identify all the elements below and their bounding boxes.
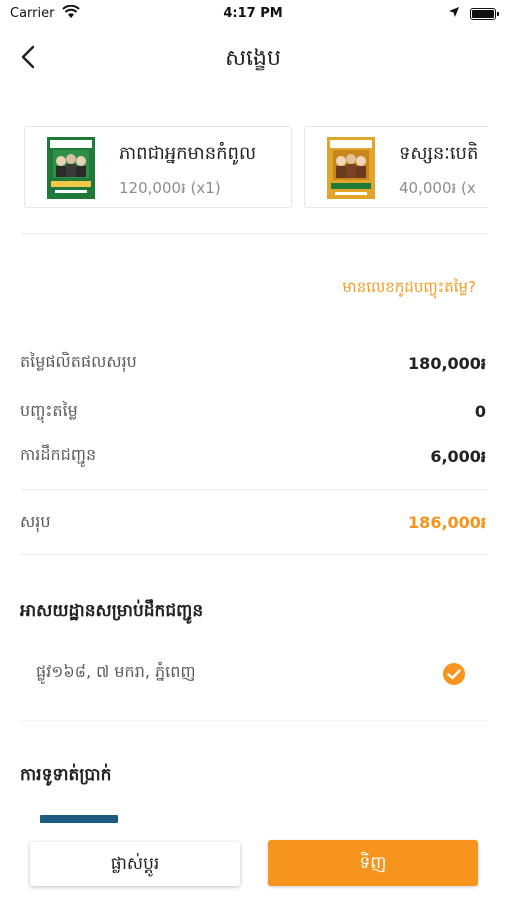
shipping-address-heading: អាសយដ្ឋានសម្រាប់ដឹកជញ្ជូន	[20, 601, 204, 621]
discount-value: 0	[474, 402, 486, 421]
shipping-fee-label: ការដឹកជញ្ជូន	[20, 445, 97, 464]
book-cover-image	[327, 137, 375, 199]
book-cover-image	[47, 137, 95, 199]
clock: 4:17 PM	[223, 6, 283, 21]
divider	[20, 720, 488, 721]
divider	[20, 233, 488, 234]
status-bar: Carrier 4:17 PM	[0, 0, 506, 28]
payment-method-label	[206, 818, 346, 833]
payment-heading: ការទូទាត់ប្រាក់	[20, 765, 112, 785]
page-title: សង្ខេប	[225, 46, 281, 71]
change-button[interactable]: ផ្លាស់ប្តូរ	[30, 842, 240, 886]
discount-label: បញ្ចុះតម្លៃ	[20, 401, 78, 420]
battery-icon	[470, 8, 499, 20]
divider	[20, 489, 488, 490]
book-card[interactable]: ទស្សនៈបេតិ 40,000៛ (x	[304, 126, 488, 208]
total-label: សរុប	[20, 512, 51, 531]
book-carousel[interactable]: ភាពជាអ្នកមានកំពូល 120,000៛ (x1) ទស្សនៈបេ…	[24, 126, 488, 210]
subtotal-label: តម្លៃផលិតផលសរុប	[20, 352, 137, 371]
subtotal-value: 180,000៛	[408, 354, 486, 373]
coupon-code-link[interactable]: មានលេខកូដបញ្ចុះតម្លៃ?	[342, 278, 476, 300]
book-title: ទស្សនៈបេតិ	[399, 143, 479, 164]
total-value: 186,000៛	[408, 513, 486, 532]
book-price: 40,000៛ (x	[399, 179, 476, 197]
shipping-address-option[interactable]: ផ្លូវ១៦៨, ៧ មករា, ភ្នំពេញ	[36, 661, 196, 685]
book-price: 120,000៛ (x1)	[119, 179, 221, 197]
shipping-fee-value: 6,000៛	[430, 447, 486, 466]
divider	[20, 554, 488, 555]
nav-bar: សង្ខេប	[0, 30, 506, 86]
check-circle-icon[interactable]	[442, 662, 466, 686]
location-arrow-icon	[448, 6, 460, 22]
book-card[interactable]: ភាពជាអ្នកមានកំពូល 120,000៛ (x1)	[24, 126, 292, 208]
book-title: ភាពជាអ្នកមានកំពូល	[119, 143, 257, 164]
bottom-action-bar: ផ្លាស់ប្តូរ ទិញ	[0, 830, 506, 900]
buy-button[interactable]: ទិញ	[268, 840, 478, 886]
payment-method-logo[interactable]	[40, 815, 118, 823]
